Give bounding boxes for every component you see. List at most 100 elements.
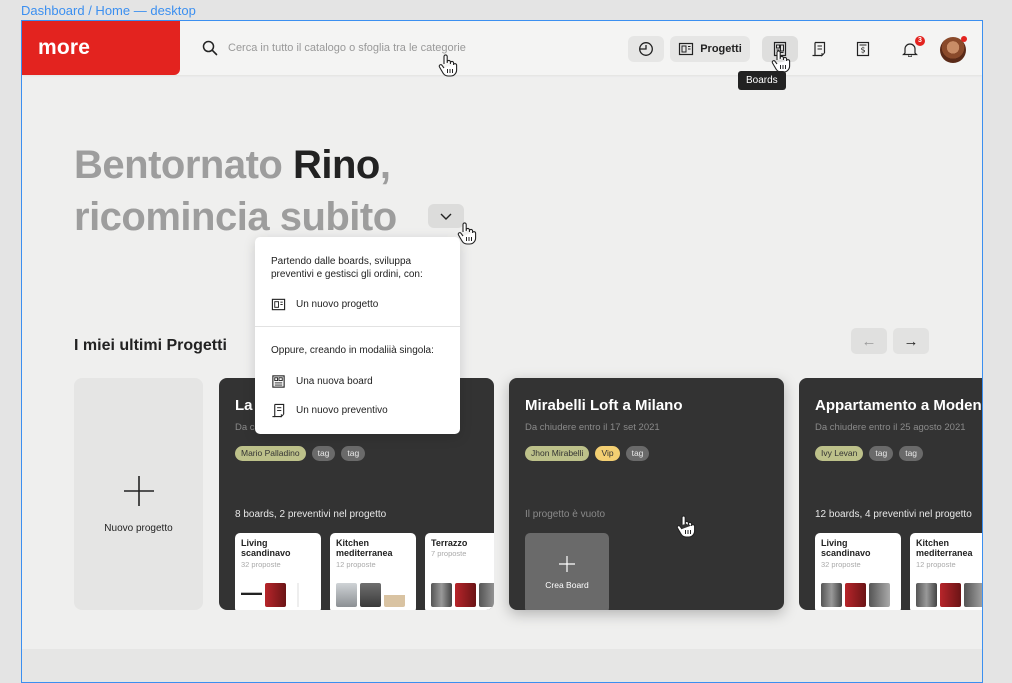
hero-heading: Bentornato Rino, ricomincia subito: [74, 139, 397, 243]
create-board-button[interactable]: Crea Board: [525, 533, 609, 610]
project-card[interactable]: Appartamento a Modena Da chiudere entro …: [799, 378, 983, 610]
project-title: Appartamento a Modena: [815, 397, 983, 414]
dropdown-divider: [255, 326, 460, 327]
project-card[interactable]: Mirabelli Loft a Milano Da chiudere entr…: [509, 378, 784, 610]
history-button[interactable]: [628, 36, 664, 62]
project-icon: [271, 298, 286, 310]
footer-band: [22, 649, 982, 682]
hero-username: Rino: [292, 143, 380, 187]
hand-cursor-icon: [676, 515, 696, 538]
project-stats: 8 boards, 2 preventivi nel progetto: [235, 509, 387, 520]
project-stats: 12 boards, 4 preventivi nel progetto: [815, 509, 972, 520]
tag[interactable]: tag: [311, 446, 336, 461]
thumbnail: [940, 583, 961, 607]
hero-line-1: Bentornato Rino,: [74, 139, 397, 191]
thumbnail: [384, 583, 405, 607]
board-thumbnails: [821, 583, 890, 607]
invoice-icon: $: [856, 41, 870, 57]
progetti-label: Progetti: [700, 43, 742, 55]
project-title: Mirabelli Loft a Milano: [525, 397, 683, 414]
board-thumbnails: [241, 583, 310, 607]
thumbnail: [479, 583, 494, 607]
project-tags: Mario Palladino tag tag: [235, 446, 366, 461]
board-card[interactable]: Living scandinavo 32 proposte: [815, 533, 901, 610]
quote-button[interactable]: [808, 38, 830, 60]
thumbnail: [869, 583, 890, 607]
board-count: 32 proposte: [821, 560, 861, 569]
menu-item-new-project[interactable]: Un nuovo progetto: [271, 296, 378, 312]
board-thumbnails: [916, 583, 982, 607]
quote-icon: [812, 41, 826, 57]
board-card[interactable]: Terrazzo 7 proposte: [425, 533, 494, 610]
board-card[interactable]: Kitchen mediterranea 12 proposte: [910, 533, 982, 610]
project-tags: Jhon Mirabelli Vip tag: [525, 446, 650, 461]
project-tags: Ivy Levan tag tag: [815, 446, 924, 461]
boards-tooltip: Boards: [738, 71, 786, 90]
vip-tag[interactable]: Vip: [595, 446, 620, 461]
hero-greeting: Bentornato: [74, 143, 283, 187]
thumbnail: [265, 583, 286, 607]
thumbnail: [964, 583, 982, 607]
hero-line-2: ricomincia subito: [74, 195, 397, 239]
dashboard-frame: more Progetti $ 3 Boards Ben: [21, 20, 983, 683]
dropdown-intro-2: Oppure, creando in modaliià singola:: [271, 345, 434, 356]
top-header: more Progetti $ 3: [22, 21, 982, 77]
menu-item-new-board[interactable]: Una nuova board: [271, 373, 373, 389]
board-count: 32 proposte: [241, 560, 281, 569]
thumbnail: [431, 583, 452, 607]
board-name: Living scandinavo: [241, 538, 291, 558]
thumbnail: [241, 583, 262, 607]
tag[interactable]: tag: [869, 446, 894, 461]
project-stats: Il progetto è vuoto: [525, 509, 606, 520]
thumbnail: [916, 583, 937, 607]
clock-icon: [639, 42, 653, 56]
plus-icon: [559, 556, 575, 572]
menu-item-label: Un nuovo progetto: [296, 298, 379, 310]
carousel-next-button[interactable]: →: [893, 328, 929, 354]
search-input[interactable]: [228, 39, 548, 57]
new-project-label: Nuovo progetto: [104, 523, 173, 534]
menu-item-label: Un nuovo preventivo: [296, 404, 388, 416]
dropdown-intro: Partendo dalle boards, sviluppa preventi…: [271, 256, 423, 280]
board-name: Kitchen mediterranea: [336, 538, 393, 558]
plus-icon: [124, 476, 154, 506]
thumbnail: [821, 583, 842, 607]
menu-item-new-quote[interactable]: Un nuovo preventivo: [271, 402, 388, 418]
create-dropdown-menu: Partendo dalle boards, sviluppa preventi…: [255, 237, 460, 434]
board-count: 12 proposte: [916, 560, 956, 569]
client-tag[interactable]: Ivy Levan: [815, 446, 864, 461]
tag[interactable]: tag: [899, 446, 924, 461]
brand-logo[interactable]: more: [22, 21, 180, 75]
new-project-card[interactable]: Nuovo progetto: [74, 378, 203, 610]
board-card[interactable]: Living scandinavo 32 proposte: [235, 533, 321, 610]
tag[interactable]: tag: [625, 446, 650, 461]
project-icon: [679, 42, 694, 56]
progetti-button[interactable]: Progetti: [670, 36, 750, 62]
carousel-prev-button[interactable]: ←: [851, 328, 887, 354]
thumbnail: [360, 583, 381, 607]
tag[interactable]: tag: [341, 446, 366, 461]
frame-label: Dashboard / Home — desktop: [21, 3, 196, 18]
hand-cursor-icon: [438, 54, 458, 77]
board-card[interactable]: Kitchen mediterranea 12 proposte: [330, 533, 416, 610]
client-tag[interactable]: Jhon Mirabelli: [525, 446, 590, 461]
notification-badge: 3: [915, 36, 925, 46]
search-icon: [202, 40, 218, 56]
svg-text:$: $: [860, 46, 865, 55]
project-deadline: Da chiudere entro il 17 set 2021: [525, 422, 660, 433]
thumbnail: [336, 583, 357, 607]
menu-item-label: Una nuova board: [296, 375, 373, 387]
thumbnail: [289, 583, 310, 607]
invoice-button[interactable]: $: [852, 38, 874, 60]
board-name: Terrazzo: [431, 538, 468, 548]
logo-text: more: [38, 36, 91, 59]
board-count: 7 proposte: [431, 549, 467, 558]
project-deadline: Da chiudere entro il 25 agosto 2021: [815, 422, 966, 433]
board-count: 12 proposte: [336, 560, 376, 569]
thumbnail: [455, 583, 476, 607]
chevron-down-icon: [440, 213, 452, 220]
create-board-label: Crea Board: [545, 580, 589, 590]
board-thumbnails: [431, 583, 494, 607]
project-title: La: [235, 397, 253, 414]
client-tag[interactable]: Mario Palladino: [235, 446, 306, 461]
